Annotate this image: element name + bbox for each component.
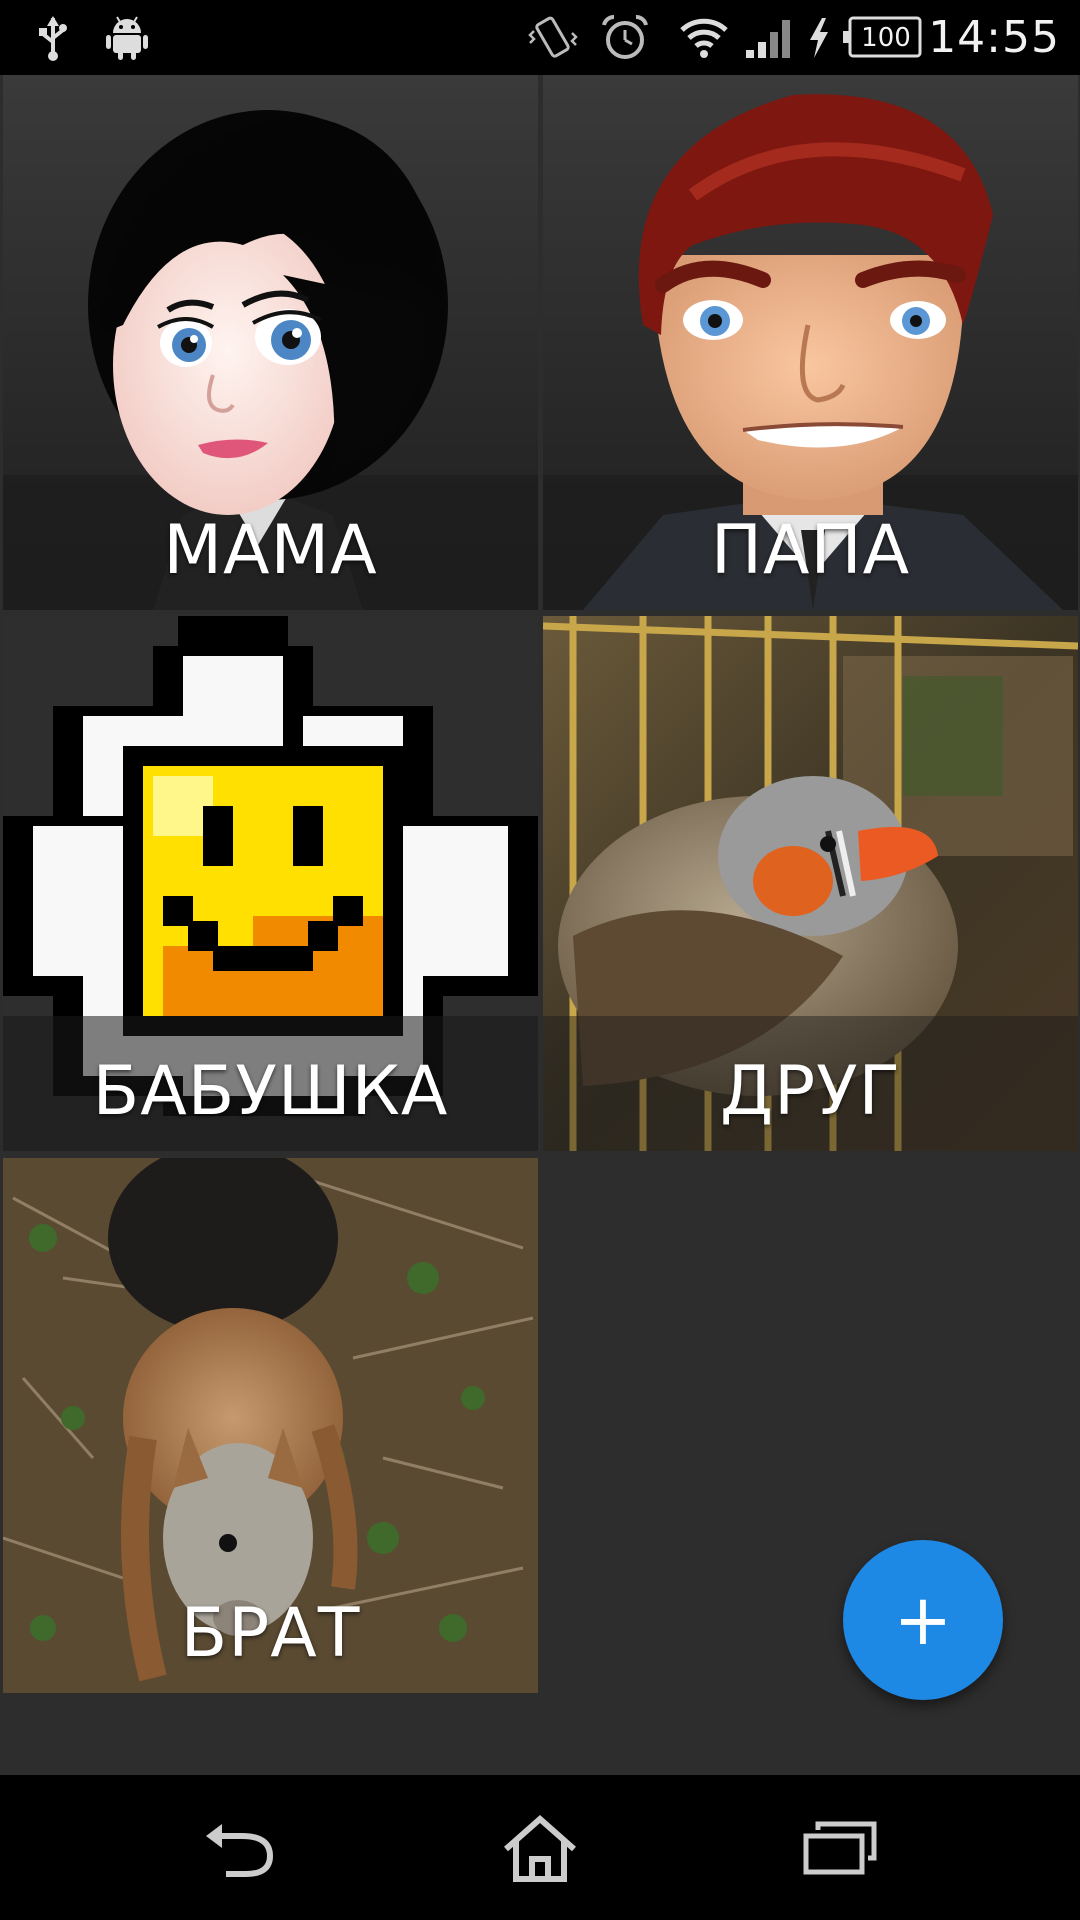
- battery-level: 100: [861, 22, 911, 53]
- signal-icon: [743, 0, 793, 75]
- contact-tile-drug[interactable]: ДРУГ: [543, 616, 1078, 1151]
- status-bar: 100 14:55: [0, 0, 1080, 75]
- contact-label: МАМА: [163, 511, 378, 590]
- plus-icon: +: [893, 1579, 953, 1661]
- contact-label: ПАПА: [710, 511, 911, 590]
- wifi-icon: [678, 0, 730, 75]
- recent-apps-icon: [803, 1821, 877, 1874]
- navigation-bar: [0, 1775, 1080, 1920]
- home-button[interactable]: [440, 1775, 640, 1920]
- alarm-icon: [598, 0, 652, 75]
- back-icon: [206, 1823, 274, 1877]
- add-contact-button[interactable]: +: [843, 1540, 1003, 1700]
- contacts-grid: МАМА ПАПА БАБУШКА ДРУГ БРАТ +: [0, 75, 1080, 1775]
- battery-icon: 100: [842, 0, 922, 75]
- recent-apps-button[interactable]: [740, 1775, 940, 1920]
- contact-label: БАБУШКА: [92, 1052, 449, 1131]
- contact-tile-babushka[interactable]: БАБУШКА: [3, 616, 538, 1151]
- contact-tile-papa[interactable]: ПАПА: [543, 75, 1078, 610]
- back-button[interactable]: [142, 1775, 342, 1920]
- clock: 14:55: [928, 12, 1060, 63]
- vibrate-icon: [525, 0, 581, 75]
- contact-tile-mama[interactable]: МАМА: [3, 75, 538, 610]
- contact-label: БРАТ: [180, 1594, 361, 1673]
- contact-tile-brat[interactable]: БРАТ: [3, 1158, 538, 1693]
- home-icon: [504, 1814, 576, 1882]
- android-debug-icon: [103, 0, 151, 75]
- contact-label: ДРУГ: [719, 1052, 902, 1131]
- usb-icon: [30, 0, 75, 75]
- charging-icon: [804, 0, 834, 75]
